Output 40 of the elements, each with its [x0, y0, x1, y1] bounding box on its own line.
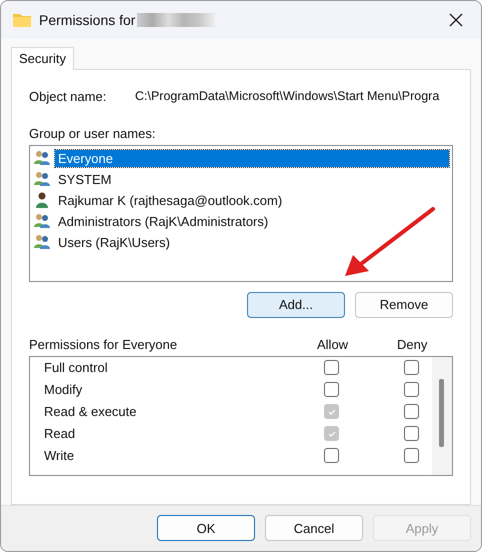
user-list-item[interactable]: Everyone: [55, 150, 449, 167]
user-list-item[interactable]: Rajkumar K (rajthesaga@outlook.com): [55, 192, 286, 209]
checkbox[interactable]: [404, 404, 419, 420]
permission-name: Modify: [43, 382, 84, 398]
checkbox[interactable]: [324, 382, 339, 398]
checkbox[interactable]: [324, 360, 339, 376]
checkbox[interactable]: [404, 360, 419, 376]
permission-name: Read: [43, 426, 76, 442]
user-icon: [33, 192, 51, 208]
add-button[interactable]: Add...: [247, 292, 345, 318]
user-list-item[interactable]: Administrators (RajK\Administrators): [55, 212, 272, 230]
column-header: Allow: [317, 336, 350, 352]
dialog-button[interactable]: Cancel: [265, 515, 363, 542]
checkmark-icon: [326, 406, 336, 417]
user-list-item[interactable]: SYSTEM: [55, 170, 114, 188]
folder-icon: [13, 12, 31, 27]
object-name-label: Object name:: [29, 88, 108, 104]
close-icon[interactable]: [449, 12, 463, 27]
permission-name: Full control: [43, 360, 109, 376]
scrollbar-thumb[interactable]: [439, 378, 444, 447]
checkbox[interactable]: [404, 426, 419, 442]
group-list-label: Group or user names:: [29, 126, 156, 141]
remove-button[interactable]: Remove: [355, 292, 453, 318]
permissions-label: Permissions for Everyone: [29, 336, 178, 352]
checkmark-icon: [326, 428, 336, 439]
user-group-icon: [33, 150, 51, 166]
permission-name: Write: [43, 448, 76, 464]
tab[interactable]: Security: [11, 46, 74, 70]
user-group-icon: [33, 213, 51, 230]
user-list-item[interactable]: Users (RajK\Users): [55, 234, 173, 251]
permission-name: Read & execute: [43, 404, 138, 420]
user-group-icon: [33, 171, 51, 188]
user-group-icon: [33, 234, 51, 250]
checkbox[interactable]: [324, 448, 339, 464]
checkbox[interactable]: [404, 382, 419, 398]
column-header: Deny: [397, 336, 428, 352]
dialog-button[interactable]: OK: [157, 515, 255, 542]
object-name-value: C:\ProgramData\Microsoft\Windows\Start Menu\Progra: [135, 88, 440, 104]
window-title: Permissions for: [39, 12, 136, 28]
checkbox[interactable]: [404, 448, 419, 464]
